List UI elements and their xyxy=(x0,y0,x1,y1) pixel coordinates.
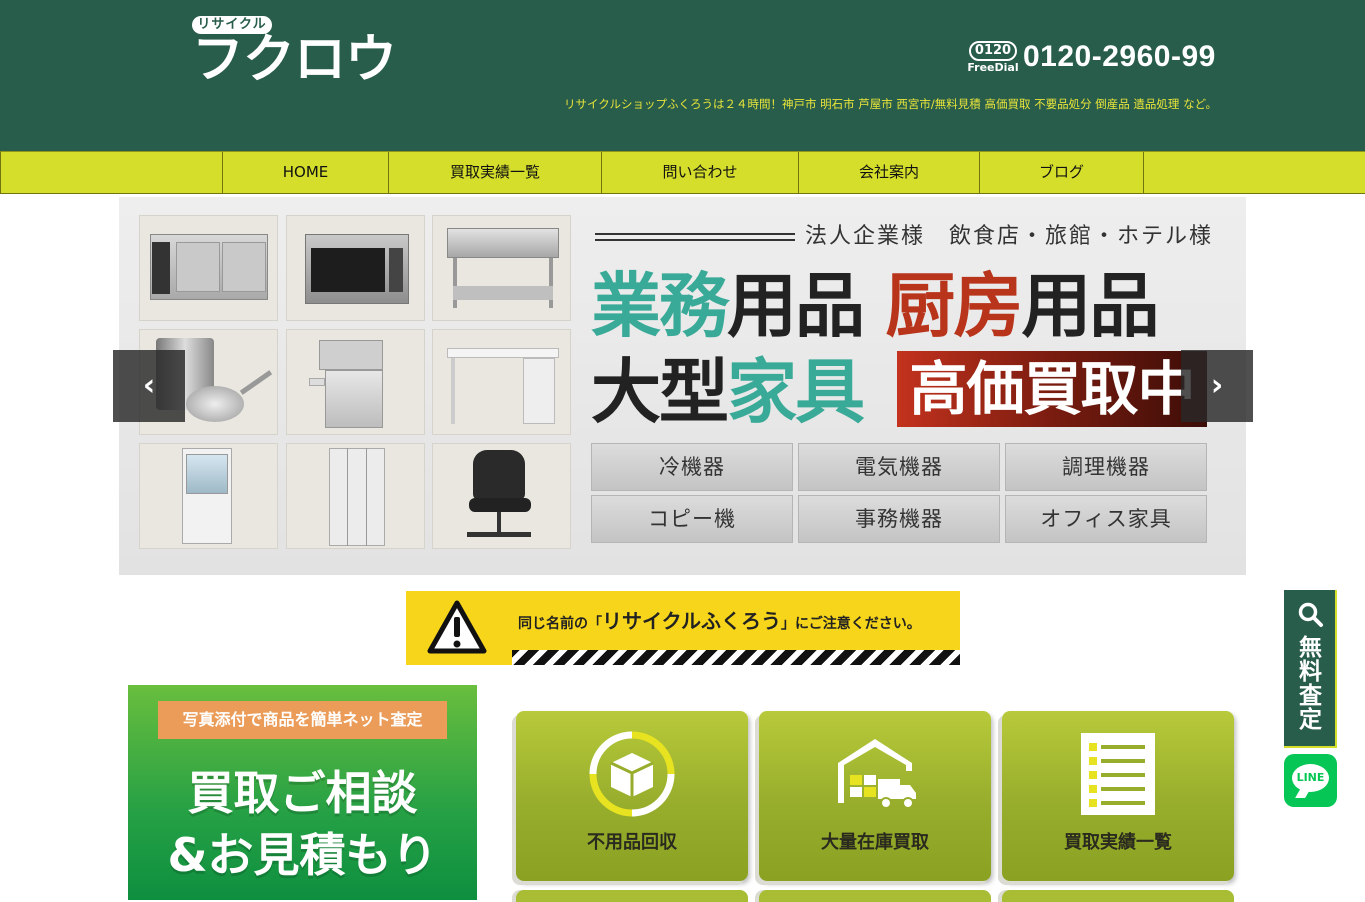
header-tagline: リサイクルショップふくろうは２４時間！神戸市 明石市 芦屋市 西宮市/無料見積 … xyxy=(564,97,1217,111)
line-button[interactable]: LINE xyxy=(1284,754,1337,807)
site-logo[interactable]: リサイクル フクロウ xyxy=(192,16,414,90)
nav-item-purchase-results[interactable]: 買取実績一覧 xyxy=(388,152,601,193)
tile-next-row[interactable] xyxy=(1002,890,1234,902)
hazard-stripe xyxy=(512,650,960,665)
consultation-banner[interactable]: 写真添付で商品を簡単ネット査定 買取ご相談 &お見積もり xyxy=(128,685,477,900)
microwave-image xyxy=(286,215,425,321)
product-image-grid xyxy=(139,215,572,549)
headline-line-1: 業務用品 厨房用品 xyxy=(591,264,1159,347)
category-cooking: 調理機器 xyxy=(1005,443,1207,491)
nav-item-company[interactable]: 会社案内 xyxy=(798,152,979,193)
category-list: 冷機器 電気機器 調理機器 コピー機 事務機器 オフィス家具 xyxy=(591,443,1211,547)
category-office-furniture: オフィス家具 xyxy=(1005,495,1207,543)
freedial-icon: 0120 FreeDial xyxy=(967,41,1019,74)
phone-number[interactable]: 0120-2960-99 xyxy=(1023,38,1216,76)
high-price-badge: 高価買取中 xyxy=(897,351,1207,427)
tile-label: 買取実績一覧 xyxy=(1064,832,1172,853)
warning-icon xyxy=(427,600,487,654)
fridge-table-image xyxy=(139,215,278,321)
site-header: リサイクル フクロウ 0120 FreeDial 0120-2960-99 リサ… xyxy=(0,0,1365,151)
logo-wordmark: フクロウ xyxy=(192,30,397,90)
tile-purchase-results[interactable]: 買取実績一覧 xyxy=(1002,711,1234,881)
consult-title-2: &お見積もり xyxy=(167,828,438,882)
warning-name: リサイクルふくろう xyxy=(602,609,781,633)
tile-bulk-inventory[interactable]: 大量在庫買取 xyxy=(759,711,991,881)
office-desk-image xyxy=(432,329,571,435)
slide-copy: 法人企業様 飲食店・旅館・ホテル様 業務用品 厨房用品 大型家具 高価買取中 冷… xyxy=(591,197,1231,575)
consult-title-1: 買取ご相談 xyxy=(187,766,418,820)
slider-prev-button[interactable]: ‹ xyxy=(113,350,185,422)
copier-image xyxy=(286,329,425,435)
phone-contact[interactable]: 0120 FreeDial 0120-2960-99 xyxy=(967,38,1216,76)
locker-image xyxy=(286,443,425,549)
tile-junk-removal[interactable]: 不用品回収 xyxy=(516,711,748,881)
nav-item-blog[interactable]: ブログ xyxy=(979,152,1144,193)
search-icon xyxy=(1298,602,1323,627)
tile-next-row[interactable] xyxy=(759,890,991,902)
office-chair-image xyxy=(432,443,571,549)
category-copier: コピー機 xyxy=(591,495,793,543)
tile-label: 大量在庫買取 xyxy=(821,832,929,853)
nav-item-contact[interactable]: 問い合わせ xyxy=(601,152,798,193)
headline-line-2: 大型家具 xyxy=(591,350,865,433)
category-refrigeration: 冷機器 xyxy=(591,443,793,491)
name-warning-banner[interactable]: 同じ名前の「リサイクルふくろう」にご注意ください。 xyxy=(406,591,960,665)
hero-slider[interactable]: 法人企業様 飲食店・旅館・ホテル様 業務用品 厨房用品 大型家具 高価買取中 冷… xyxy=(119,197,1246,575)
category-electrical: 電気機器 xyxy=(798,443,1000,491)
tile-label: 不用品回収 xyxy=(587,832,677,853)
recycle-box-icon xyxy=(589,731,675,817)
free-appraisal-label: 無料査定 xyxy=(1299,635,1322,733)
headline-rule xyxy=(595,233,795,241)
nav-item-home[interactable]: HOME xyxy=(222,152,388,193)
warehouse-truck-icon xyxy=(838,739,916,809)
slider-next-button[interactable]: › xyxy=(1181,350,1253,422)
free-appraisal-button[interactable]: 無料査定 xyxy=(1284,590,1337,748)
cabinet-image xyxy=(139,443,278,549)
main-nav: HOME 買取実績一覧 問い合わせ 会社案内 ブログ xyxy=(0,151,1365,194)
list-document-icon xyxy=(1081,733,1155,815)
category-office-equipment: 事務機器 xyxy=(798,495,1000,543)
consult-tag: 写真添付で商品を簡単ネット査定 xyxy=(158,701,447,739)
sink-image xyxy=(432,215,571,321)
headline-sub: 法人企業様 飲食店・旅館・ホテル様 xyxy=(805,224,1214,249)
tile-next-row[interactable] xyxy=(516,890,748,902)
line-icon: LINE xyxy=(1292,764,1329,792)
